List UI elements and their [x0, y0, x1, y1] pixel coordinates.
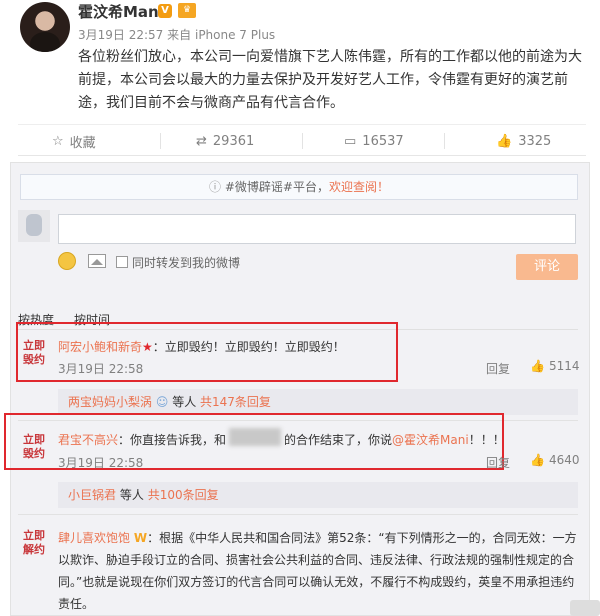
- watermark-logo: [570, 600, 600, 616]
- reply-button[interactable]: 回复: [486, 454, 510, 471]
- commenter-name[interactable]: 肆儿喜欢饱饱: [58, 531, 130, 545]
- star-icon: ☆: [52, 133, 64, 149]
- favorite-button[interactable]: ☆ 收藏: [52, 131, 96, 151]
- image-upload-icon[interactable]: [88, 254, 106, 268]
- comment-text: ：立即毁约！立即毁约！立即毁约！: [152, 340, 345, 354]
- redacted-text: [229, 428, 281, 446]
- post-text: 各位粉丝们放心，本公司一向爱惜旗下艺人陈伟霆，所有的工作都以他的前途为大前提，本…: [78, 49, 582, 111]
- comment-like-count: 4640: [548, 453, 580, 467]
- commenter-name[interactable]: 阿宏小鲍和新奇: [58, 340, 142, 354]
- member-badge-icon: W: [133, 531, 148, 545]
- comment-time: 3月19日 22:58: [58, 456, 144, 470]
- source-prefix: 来自: [167, 28, 192, 42]
- favorite-label: 收藏: [69, 135, 96, 151]
- emoji-icon: ☺: [155, 395, 169, 409]
- comment-divider: [18, 514, 578, 515]
- sub-reply-count[interactable]: 共100条回复: [148, 488, 219, 502]
- comment-line: 君宝不高兴：你直接告诉我，和 的合作结束了，你说@霍汶希Mani！！！: [58, 431, 505, 448]
- author-name[interactable]: 霍汶希Mani: [78, 1, 164, 22]
- repost-button[interactable]: ⇄ 29361: [196, 131, 254, 151]
- comment-text: ：你直接告诉我，和: [118, 433, 227, 447]
- sub-reply-count[interactable]: 共147条回复: [200, 395, 271, 409]
- repost-checkbox-label: 同时转发到我的微博: [132, 256, 241, 270]
- comment-line: 阿宏小鲍和新奇★：立即毁约！立即毁约！立即毁约！: [58, 338, 345, 355]
- author-avatar[interactable]: [20, 2, 70, 52]
- thumbs-up-icon: 👍: [496, 133, 513, 149]
- comment-avatar-stamp[interactable]: 立即毁约: [20, 433, 48, 461]
- comment-icon: ▭: [344, 133, 357, 149]
- sub-reply-mid: 等人: [172, 395, 197, 409]
- mention-link[interactable]: @霍汶希Mani: [392, 433, 469, 447]
- rumor-notice: ⓘ #微博辟谣#平台，欢迎查阅！: [20, 174, 578, 200]
- comment-avatar-stamp[interactable]: 立即毁约: [20, 339, 48, 367]
- comment-avatar-stamp[interactable]: 立即解约: [20, 529, 48, 557]
- member-crown-icon: ♛: [178, 3, 196, 18]
- sub-reply-names[interactable]: 小巨锅君: [68, 488, 116, 502]
- post-meta: 3月19日 22:57 来自 iPhone 7 Plus: [78, 26, 275, 43]
- comment-count: 16537: [362, 133, 404, 149]
- fan-star-icon: ★: [142, 340, 153, 354]
- submit-comment-button[interactable]: 评论: [516, 254, 578, 280]
- comment-like-button[interactable]: 👍 4640: [530, 453, 580, 467]
- comment-like-button[interactable]: 👍 5114: [530, 359, 580, 373]
- thumbs-up-icon: 👍: [530, 453, 545, 467]
- warning-icon: ⓘ: [209, 180, 222, 194]
- repost-icon: ⇄: [196, 133, 207, 149]
- comment-text: ！！！: [468, 433, 505, 447]
- sub-replies-box[interactable]: 两宝妈妈小梨涡 ☺ 等人 共147条回复: [58, 389, 578, 415]
- like-count: 3325: [518, 133, 552, 149]
- verified-badge-icon: V: [158, 4, 172, 18]
- comment-body: 肆儿喜欢饱饱 W：根据《中华人民共和国合同法》第52条：“有下列情形之一的，合同…: [58, 527, 578, 615]
- like-button[interactable]: 👍 3325: [496, 131, 551, 151]
- comment-like-count: 5114: [548, 359, 580, 373]
- post-date[interactable]: 3月19日 22:57: [78, 28, 163, 42]
- current-user-avatar: [18, 210, 50, 242]
- comment-text: 的合作结束了，你说: [284, 433, 393, 447]
- repost-count: 29361: [212, 133, 255, 149]
- post-source[interactable]: iPhone 7 Plus: [195, 28, 275, 42]
- action-divider: [160, 133, 161, 149]
- reply-button[interactable]: 回复: [486, 360, 510, 377]
- emoji-icon[interactable]: [58, 252, 76, 270]
- sub-reply-mid: 等人: [119, 488, 144, 502]
- notice-tag[interactable]: #微博辟谣#平台，: [225, 180, 329, 194]
- repost-checkbox[interactable]: [116, 256, 128, 268]
- thumbs-up-icon: 👍: [530, 359, 545, 373]
- comment-input[interactable]: [58, 214, 576, 244]
- comment-button[interactable]: ▭ 16537: [344, 131, 404, 151]
- comment-time: 3月19日 22:58: [58, 362, 144, 376]
- sub-reply-names[interactable]: 两宝妈妈小梨涡: [68, 395, 152, 409]
- sub-replies-box[interactable]: 小巨锅君 等人 共100条回复: [58, 482, 578, 508]
- post-action-bar: ☆ 收藏 ⇄ 29361 ▭ 16537 👍 3325: [18, 124, 586, 156]
- action-divider: [302, 133, 303, 149]
- notice-link[interactable]: 欢迎查阅！: [329, 180, 389, 194]
- commenter-name[interactable]: 君宝不高兴: [58, 433, 118, 447]
- action-divider: [444, 133, 445, 149]
